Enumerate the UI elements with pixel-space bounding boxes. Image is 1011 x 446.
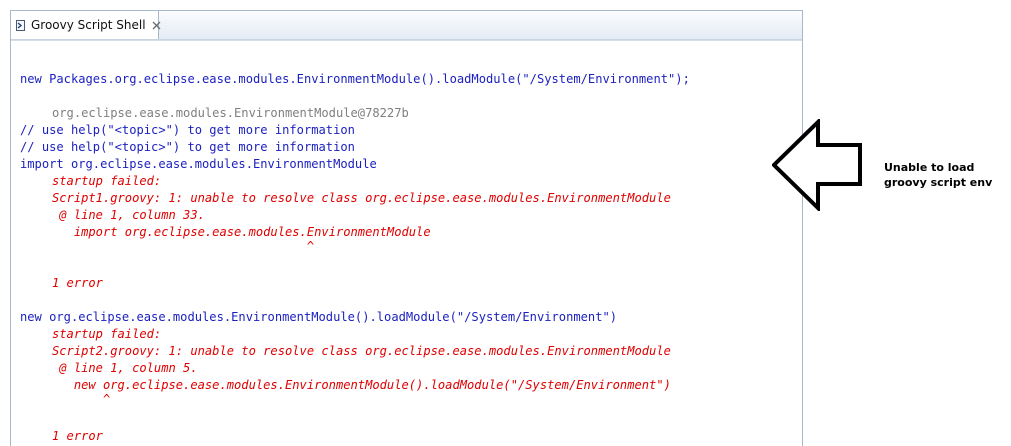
annotation-note: Unable to load groovy script env	[884, 161, 993, 189]
console-error-line: new org.eclipse.ease.modules.Environment…	[52, 378, 671, 392]
console-error-line: Script2.groovy: 1: unable to resolve cla…	[52, 344, 671, 358]
console-error-line: startup failed:	[52, 174, 162, 188]
console-error-line: import org.eclipse.ease.modules.Environm…	[52, 225, 431, 239]
console-view-icon	[16, 19, 25, 31]
console-error-caret: ^	[52, 392, 111, 406]
tab-title: Groovy Script Shell	[31, 18, 146, 32]
console-result-line: org.eclipse.ease.modules.EnvironmentModu…	[52, 106, 409, 120]
console-error-count: 1 error	[52, 276, 103, 290]
console-input-line: // use help("<topic>") to get more infor…	[20, 140, 355, 154]
console-error-line: @ line 1, column 33.	[52, 208, 205, 222]
close-icon[interactable]	[152, 20, 161, 30]
tab-groovy-script-shell[interactable]: Groovy Script Shell	[11, 10, 161, 39]
console-error-line: @ line 1, column 5.	[52, 361, 198, 375]
arrow-left-icon	[772, 119, 862, 211]
console-input-line: // use help("<topic>") to get more infor…	[20, 123, 355, 137]
console-error-line: startup failed:	[52, 327, 162, 341]
console-error-caret: ^	[52, 239, 315, 253]
view-tab-bar: Groovy Script Shell	[11, 10, 802, 40]
console-input-line: new Packages.org.eclipse.ease.modules.En…	[20, 72, 690, 86]
console-input-line: import org.eclipse.ease.modules.Environm…	[20, 157, 377, 171]
console-error-line: Script1.groovy: 1: unable to resolve cla…	[52, 191, 671, 205]
console-input-line: new org.eclipse.ease.modules.Environment…	[20, 310, 618, 324]
console-output[interactable]: new Packages.org.eclipse.ease.modules.En…	[11, 40, 802, 446]
console-error-count: 1 error	[52, 429, 103, 443]
groovy-script-shell-view: Groovy Script Shell new Packages.org.ecl…	[10, 10, 803, 446]
